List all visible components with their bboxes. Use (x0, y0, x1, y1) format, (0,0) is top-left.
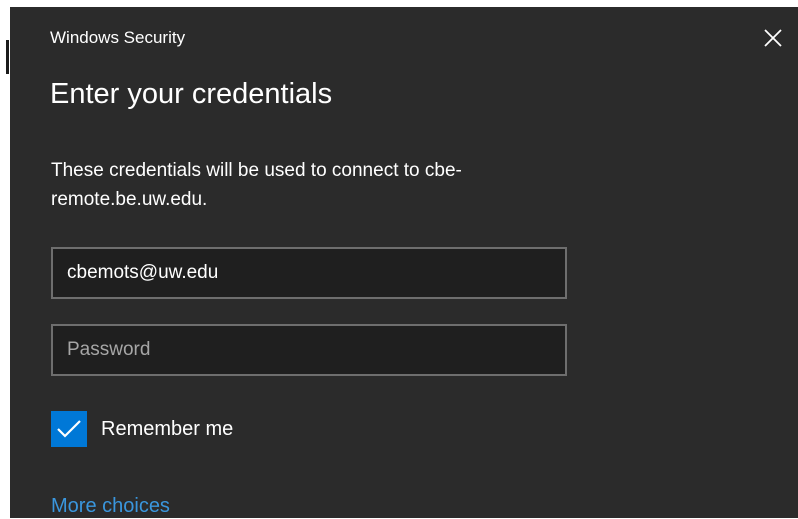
remember-me-checkbox[interactable]: Remember me (51, 409, 233, 449)
title-bar: Windows Security (10, 7, 798, 63)
close-button[interactable] (758, 23, 788, 53)
background-strip (0, 0, 10, 518)
credentials-dialog: Windows Security Enter your credentials … (10, 7, 798, 518)
background-edge (6, 40, 9, 74)
checkmark-icon (57, 420, 81, 438)
remember-me-label: Remember me (101, 417, 234, 440)
username-field[interactable] (51, 247, 567, 299)
more-choices-link[interactable]: More choices (51, 493, 170, 519)
checkbox-box[interactable] (51, 411, 87, 447)
password-field[interactable] (51, 324, 567, 376)
window-title: Windows Security (50, 28, 186, 47)
close-icon (764, 29, 782, 47)
dialog-heading: Enter your credentials (50, 78, 333, 110)
dialog-message: These credentials will be used to connec… (51, 160, 462, 210)
